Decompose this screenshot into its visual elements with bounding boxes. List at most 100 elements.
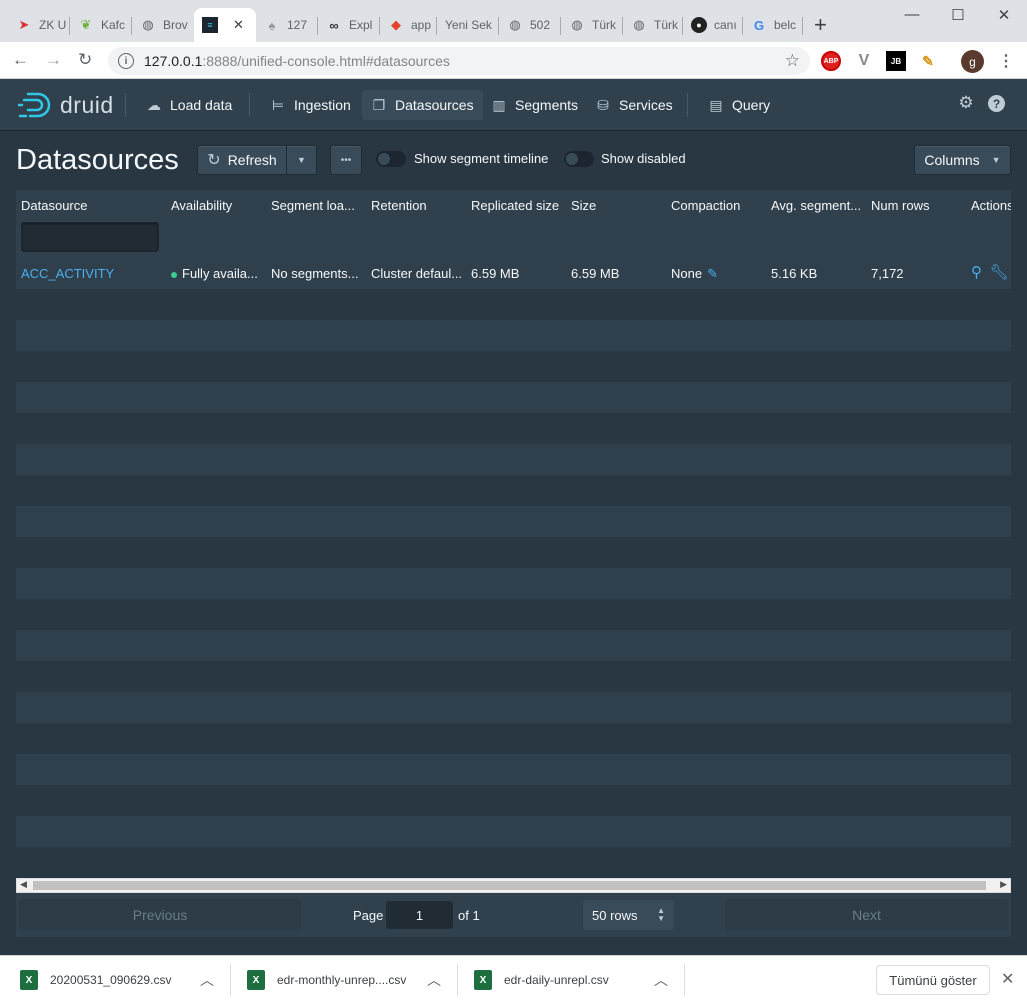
column-header[interactable]: Datasource — [21, 198, 161, 213]
tab-label: ZK U — [39, 18, 67, 32]
scroll-right-icon[interactable]: ▶ — [1000, 879, 1007, 890]
horizontal-scrollbar[interactable]: ◀ ▶ — [16, 878, 1011, 893]
refresh-button[interactable]: ↻ Refresh — [197, 145, 287, 175]
nav-label: Load data — [170, 97, 233, 113]
column-header[interactable]: Availability — [171, 198, 261, 213]
settings-gear-icon[interactable]: ⚙ — [957, 93, 975, 112]
column-header[interactable]: Size — [571, 198, 661, 213]
search-template-icon[interactable]: ⚲ — [971, 264, 982, 281]
browser-tab-active[interactable]: ≡ ✕ — [194, 8, 256, 42]
chevron-up-icon[interactable]: ︿ — [427, 970, 441, 990]
retention-cell[interactable]: Cluster defaul... — [371, 266, 464, 281]
table-row-empty — [16, 320, 1011, 351]
tab-label: 502 — [530, 18, 551, 32]
num-rows-cell: 7,172 — [871, 266, 904, 281]
column-header[interactable]: Avg. segment... — [771, 198, 866, 213]
nav-ingestion[interactable]: ⊨ Ingestion — [261, 90, 360, 120]
column-header[interactable]: Actions — [971, 198, 1011, 213]
browser-tab[interactable]: ∞ Expl — [318, 8, 380, 42]
more-icon: ••• — [340, 154, 352, 166]
nav-query[interactable]: ▤ Query — [699, 90, 779, 120]
nav-services[interactable]: ⛁ Services — [586, 90, 682, 120]
previous-page-button[interactable]: Previous — [19, 899, 301, 930]
reload-button[interactable]: ↻ — [78, 50, 92, 70]
bookmark-star-icon[interactable]: ☆ — [785, 51, 800, 71]
table-row-empty — [16, 847, 1011, 878]
refresh-options-button[interactable]: ▼ — [286, 145, 317, 175]
browser-tab[interactable]: ♠ 127 — [256, 8, 318, 42]
close-tab-icon[interactable]: ✕ — [233, 17, 244, 33]
chevron-up-icon[interactable]: ︿ — [654, 970, 668, 990]
columns-button[interactable]: Columns ▼ — [914, 145, 1011, 175]
address-bar[interactable]: i 127.0.0.1:8888/unified-console.html#da… — [108, 47, 810, 75]
table-row-empty — [16, 630, 1011, 661]
info-icon[interactable]: i — [118, 53, 134, 69]
github-icon: ● — [691, 17, 707, 33]
table-row-empty — [16, 661, 1011, 692]
column-header[interactable]: Retention — [371, 198, 461, 213]
pagination-bar: Previous Page 1 of 1 50 rows ▲ ▼ Next — [16, 893, 1011, 937]
chevron-up-icon[interactable]: ︿ — [200, 970, 214, 990]
jetbrains-extension-icon[interactable]: JB — [886, 51, 906, 71]
nav-load-data[interactable]: ☁ Load data — [137, 90, 241, 120]
nav-label: Services — [619, 97, 673, 113]
segment-timeline-toggle[interactable] — [376, 151, 406, 167]
excel-file-icon: X — [474, 970, 492, 990]
download-item[interactable]: X 20200531_090629.csv — [20, 956, 171, 1003]
scrollbar-thumb[interactable] — [33, 881, 986, 890]
profile-avatar[interactable]: g — [961, 50, 984, 73]
close-window-button[interactable]: ✕ — [981, 6, 1027, 24]
column-header[interactable]: Compaction — [671, 198, 761, 213]
datasource-link[interactable]: ACC_ACTIVITY — [21, 266, 161, 281]
nav-segments[interactable]: ▥ Segments — [482, 90, 587, 120]
browser-tab[interactable]: ● canı — [683, 8, 743, 42]
download-item[interactable]: X edr-monthly-unrep....csv — [247, 956, 406, 1003]
druid-logo[interactable]: druid — [18, 90, 114, 120]
browser-tab[interactable]: ➤ ZK U — [8, 8, 70, 42]
segment-timeline-label: Show segment timeline — [414, 151, 549, 166]
nav-label: Ingestion — [294, 97, 351, 113]
rows-per-page-select[interactable]: 50 rows ▲ ▼ — [583, 900, 674, 930]
download-item[interactable]: X edr-daily-unrepl.csv — [474, 956, 609, 1003]
back-button[interactable]: ← — [12, 50, 29, 70]
maximize-button[interactable]: ☐ — [935, 6, 981, 24]
nav-datasources[interactable]: ❐ Datasources — [362, 90, 483, 120]
download-shelf: X 20200531_090629.csv ︿ X edr-monthly-un… — [0, 955, 1027, 1003]
next-page-button[interactable]: Next — [725, 899, 1008, 930]
more-button[interactable]: ••• — [330, 145, 362, 175]
browser-tab[interactable]: ◍ Türk — [561, 8, 623, 42]
table-row-empty — [16, 475, 1011, 506]
edit-extension-icon[interactable]: ✎ — [918, 51, 938, 71]
scroll-left-icon[interactable]: ◀ — [20, 879, 27, 890]
browser-tab[interactable]: ◆ app — [380, 8, 437, 42]
browser-tab[interactable]: ◍ Brov — [132, 8, 194, 42]
page-number-input[interactable]: 1 — [386, 901, 453, 929]
forward-button[interactable]: → — [45, 50, 62, 70]
close-icon[interactable]: ✕ — [1001, 969, 1014, 989]
browser-tab[interactable]: ◍ Türk — [623, 8, 683, 42]
compaction-text: None — [671, 266, 703, 281]
browser-tab[interactable]: ❦ Kafc — [70, 8, 132, 42]
browser-tab[interactable]: ◍ 502 — [499, 8, 561, 42]
browser-tab[interactable]: Yeni Sek — [437, 8, 499, 42]
table-row-empty — [16, 785, 1011, 816]
column-header[interactable]: Segment loa... — [271, 198, 361, 213]
show-disabled-toggle[interactable] — [564, 151, 594, 167]
drop-icon: ♠ — [268, 17, 276, 33]
vue-devtools-extension-icon[interactable]: V — [854, 51, 874, 71]
browser-menu-icon[interactable]: ⋮ — [998, 51, 1014, 71]
datasource-filter-input[interactable] — [21, 222, 159, 252]
size-cell: 6.59 MB — [571, 266, 620, 281]
edit-pencil-icon[interactable]: ✎ — [707, 266, 718, 281]
show-all-downloads-button[interactable]: Tümünü göster — [876, 965, 990, 995]
wrench-icon[interactable]: 🔧︎ — [990, 264, 1009, 281]
compaction-cell[interactable]: None ✎ — [671, 266, 761, 282]
minimize-button[interactable]: — — [889, 6, 935, 23]
help-icon[interactable]: ? — [988, 95, 1005, 112]
adblock-extension-icon[interactable]: ABP — [821, 51, 841, 71]
new-tab-button[interactable]: + — [814, 14, 827, 36]
browser-tab[interactable]: G belc — [743, 8, 803, 42]
table-row[interactable]: ACC_ACTIVITY Fully availa... No segments… — [16, 258, 1011, 289]
column-header[interactable]: Replicated size — [471, 198, 566, 213]
column-header[interactable]: Num rows — [871, 198, 961, 213]
